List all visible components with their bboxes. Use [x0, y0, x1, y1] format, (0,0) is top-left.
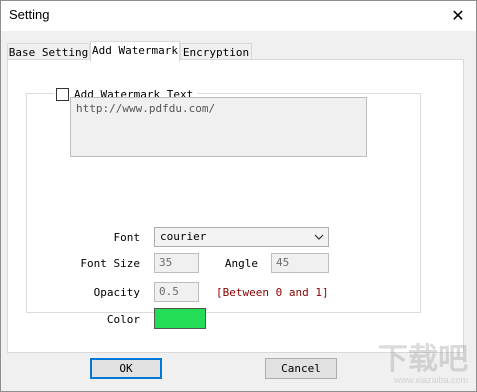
ok-button[interactable]: OK — [90, 358, 162, 379]
watermark-tab-panel: Add Watermark Text http://www.pdfdu.com/… — [7, 59, 464, 353]
opacity-input[interactable]: 0.5 — [154, 282, 199, 302]
font-size-label: Font Size — [80, 257, 140, 270]
settings-dialog: Setting ✕ Base Setting Add Watermark Enc… — [0, 0, 477, 392]
title-bar: Setting ✕ — [1, 1, 476, 31]
add-watermark-checkbox[interactable] — [56, 87, 69, 101]
chevron-down-icon — [314, 234, 324, 240]
close-button[interactable]: ✕ — [440, 1, 476, 31]
window-title: Setting — [9, 7, 50, 22]
opacity-range-hint: [Between 0 and 1] — [216, 286, 329, 299]
site-watermark-text: 下载吧 — [378, 342, 468, 377]
watermark-text-area[interactable]: http://www.pdfdu.com/ — [70, 97, 367, 157]
cancel-button[interactable]: Cancel — [265, 358, 337, 379]
font-size-input[interactable]: 35 — [154, 253, 199, 273]
color-label: Color — [106, 313, 140, 326]
angle-input[interactable]: 45 — [271, 253, 329, 273]
font-label: Font — [113, 231, 141, 244]
site-watermark-logo: 下载吧 www.xiazaiba.com — [378, 342, 468, 386]
angle-label: Angle — [224, 257, 258, 270]
close-icon: ✕ — [451, 8, 465, 25]
color-swatch[interactable] — [154, 308, 206, 329]
dialog-client-area: Base Setting Add Watermark Encryption Ad… — [1, 31, 476, 391]
font-select-value: courier — [160, 230, 207, 243]
opacity-label: Opacity — [93, 286, 140, 299]
font-select[interactable]: courier — [154, 227, 329, 247]
tab-add-watermark[interactable]: Add Watermark — [90, 41, 180, 62]
